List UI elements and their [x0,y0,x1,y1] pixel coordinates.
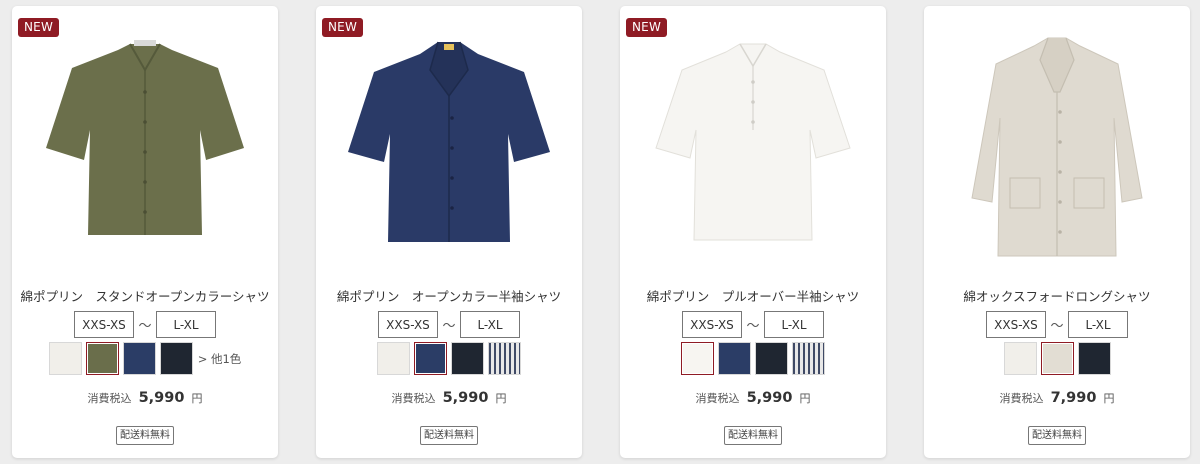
product-name[interactable]: 綿ポプリン オープンカラー半袖シャツ [316,286,582,305]
color-swatch-stripe[interactable] [792,342,825,375]
color-swatch-beige[interactable] [1040,342,1074,375]
free-shipping-badge: 配送料無料 [1028,426,1086,445]
product-card[interactable]: NEW 綿ポプリン オープンカラー半袖シャツ XXS-XS 〜 L-XL 消費税… [316,6,582,458]
color-swatches [316,342,582,375]
size-range: XXS-XS 〜 L-XL [924,311,1190,338]
free-shipping-badge: 配送料無料 [420,426,478,445]
product-grid: NEW 綿ポプリン スタンドオープンカラーシャツ XXS-XS 〜 L-XL >… [0,0,1200,464]
shipping-badge-wrap: 配送料無料 [620,426,886,445]
color-swatch-navy[interactable] [122,342,156,375]
coat-image-icon [971,37,1143,257]
size-from: XXS-XS [74,311,134,338]
color-swatch-darknavy[interactable] [1077,342,1111,375]
size-separator: 〜 [746,319,760,334]
color-swatches [620,342,886,375]
price-label: 消費税込 [87,392,132,405]
size-separator: 〜 [1050,319,1064,334]
price: 消費税込 5,990 円 [12,387,278,406]
price-currency: 円 [799,392,811,405]
more-colors-link[interactable]: > 他1色 [198,351,242,367]
price-currency: 円 [495,392,507,405]
free-shipping-badge: 配送料無料 [724,426,782,445]
size-to: L-XL [764,311,824,338]
product-image[interactable] [942,30,1172,262]
product-name[interactable]: 綿オックスフォードロングシャツ [924,286,1190,305]
product-image[interactable] [30,30,260,262]
shirt-image-icon [655,43,851,241]
color-swatch-offwhite[interactable] [377,342,410,375]
color-swatch-darknavy[interactable] [159,342,193,375]
size-from: XXS-XS [986,311,1046,338]
price-value: 7,990 [1050,390,1097,406]
product-image[interactable] [638,30,868,262]
size-to: L-XL [460,311,520,338]
color-swatch-offwhite[interactable] [1003,342,1037,375]
color-swatch-navy[interactable] [414,342,447,375]
size-separator: 〜 [442,319,456,334]
color-swatch-khaki[interactable] [85,342,119,375]
shipping-badge-wrap: 配送料無料 [316,426,582,445]
color-swatch-stripe[interactable] [488,342,521,375]
price-value: 5,990 [442,390,489,406]
product-image[interactable] [334,30,564,262]
price-value: 5,990 [138,390,185,406]
price: 消費税込 5,990 円 [316,387,582,406]
product-name[interactable]: 綿ポプリン プルオーバー半袖シャツ [620,286,886,305]
free-shipping-badge: 配送料無料 [116,426,174,445]
price: 消費税込 7,990 円 [924,387,1190,406]
shirt-image-icon [348,41,550,242]
size-range: XXS-XS 〜 L-XL [620,311,886,338]
price-label: 消費税込 [695,392,740,405]
price-label: 消費税込 [999,392,1044,405]
product-name[interactable]: 綿ポプリン スタンドオープンカラーシャツ [12,286,278,305]
product-card[interactable]: 綿オックスフォードロングシャツ XXS-XS 〜 L-XL 消費税込 7,990… [924,6,1190,458]
size-range: XXS-XS 〜 L-XL [12,311,278,338]
shipping-badge-wrap: 配送料無料 [924,426,1190,445]
price-currency: 円 [191,392,203,405]
product-card[interactable]: NEW 綿ポプリン プルオーバー半袖シャツ XXS-XS 〜 L-XL 消費税込 [620,6,886,458]
size-to: L-XL [156,311,216,338]
color-swatch-darknavy[interactable] [451,342,484,375]
size-range: XXS-XS 〜 L-XL [316,311,582,338]
size-from: XXS-XS [378,311,438,338]
price: 消費税込 5,990 円 [620,387,886,406]
color-swatch-darknavy[interactable] [755,342,788,375]
color-swatches: > 他1色 [12,342,278,375]
color-swatches [924,342,1190,375]
product-card[interactable]: NEW 綿ポプリン スタンドオープンカラーシャツ XXS-XS 〜 L-XL >… [12,6,278,458]
size-separator: 〜 [138,319,152,334]
color-swatch-white[interactable] [681,342,714,375]
shipping-badge-wrap: 配送料無料 [12,426,278,445]
price-value: 5,990 [746,390,793,406]
price-currency: 円 [1103,392,1115,405]
color-swatch-offwhite[interactable] [48,342,82,375]
size-from: XXS-XS [682,311,742,338]
shirt-image-icon [46,40,244,235]
price-label: 消費税込 [391,392,436,405]
color-swatch-navy[interactable] [718,342,751,375]
size-to: L-XL [1068,311,1128,338]
